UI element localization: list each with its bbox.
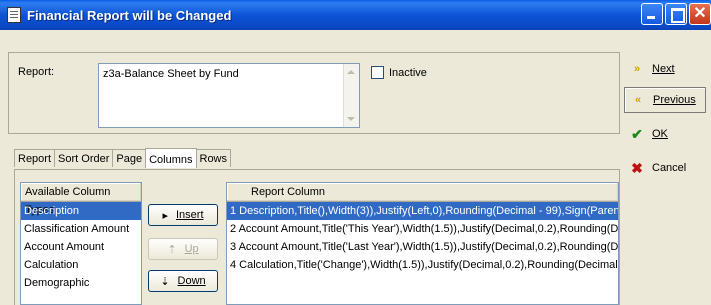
minimize-button[interactable]: [641, 3, 663, 25]
cancel-x-icon: ✖: [631, 159, 643, 176]
next-button[interactable]: » Next: [624, 56, 706, 82]
available-column-types-list[interactable]: Available Column Types Description Class…: [20, 182, 142, 305]
list-item[interactable]: Description: [21, 202, 141, 220]
window-controls: ✕: [641, 3, 711, 25]
available-column-types-header: Available Column Types: [21, 183, 141, 216]
previous-label: Previous: [653, 94, 696, 106]
next-icon: »: [633, 63, 641, 75]
list-item[interactable]: 2 Account Amount,Title('This Year'),Widt…: [227, 220, 618, 238]
inactive-checkbox[interactable]: Inactive: [371, 66, 427, 79]
insert-label: Insert: [176, 209, 204, 221]
tab-strip: Report Sort Order Page Columns Rows: [14, 147, 232, 168]
tab-page[interactable]: Page: [112, 149, 147, 167]
title-bar[interactable]: Financial Report will be Changed ✕: [0, 0, 711, 30]
maximize-button[interactable]: [665, 3, 687, 25]
move-up-icon: ⇡: [167, 243, 177, 256]
ok-label: OK: [652, 128, 668, 140]
next-label: Next: [652, 63, 675, 75]
report-value: z3a-Balance Sheet by Fund: [103, 68, 239, 80]
scroll-up-icon[interactable]: [347, 70, 355, 74]
list-item[interactable]: Demographic: [21, 274, 141, 292]
checkmark-icon: ✔: [631, 125, 643, 142]
list-item[interactable]: Account Amount: [21, 238, 141, 256]
list-item[interactable]: 3 Account Amount,Title('Last Year'),Widt…: [227, 238, 618, 256]
inactive-label: Inactive: [389, 66, 427, 79]
list-item[interactable]: Calculation: [21, 256, 141, 274]
previous-button[interactable]: « Previous: [624, 87, 706, 113]
scroll-down-icon[interactable]: [347, 117, 355, 121]
list-item[interactable]: 1 Description,Title(),Width(3)),Justify(…: [227, 202, 618, 220]
close-icon: ✕: [693, 5, 707, 22]
report-columns-list[interactable]: Report Column 1 Description,Title(),Widt…: [226, 182, 619, 305]
report-column-header: Report Column: [227, 183, 618, 202]
insert-button[interactable]: ▸ Insert: [148, 204, 218, 226]
report-label: Report:: [18, 66, 55, 78]
tab-sort-order[interactable]: Sort Order: [54, 149, 114, 167]
play-arrow-icon: ▸: [162, 209, 168, 222]
window-title: Financial Report will be Changed: [27, 7, 232, 23]
up-label: Up: [184, 243, 199, 255]
document-icon: [7, 7, 21, 23]
down-label: Down: [177, 275, 206, 287]
checkbox-icon[interactable]: [371, 66, 384, 79]
tab-rows[interactable]: Rows: [195, 149, 232, 167]
ok-button[interactable]: ✔ OK: [624, 121, 706, 147]
previous-icon: «: [634, 94, 642, 106]
down-button[interactable]: ⇣ Down: [148, 270, 218, 292]
up-button[interactable]: ⇡ Up: [148, 238, 218, 260]
list-item[interactable]: 4 Calculation,Title('Change'),Width(1.5)…: [227, 256, 618, 274]
tab-report[interactable]: Report: [14, 149, 56, 167]
cancel-label: Cancel: [652, 162, 687, 174]
tab-columns[interactable]: Columns: [145, 148, 197, 168]
list-item[interactable]: Classification Amount: [21, 220, 141, 238]
cancel-button[interactable]: ✖ Cancel: [624, 155, 706, 181]
close-button[interactable]: ✕: [689, 3, 711, 25]
report-textarea[interactable]: z3a-Balance Sheet by Fund: [98, 63, 360, 128]
move-down-icon: ⇣: [160, 275, 170, 288]
report-scrollbar[interactable]: [343, 64, 359, 127]
